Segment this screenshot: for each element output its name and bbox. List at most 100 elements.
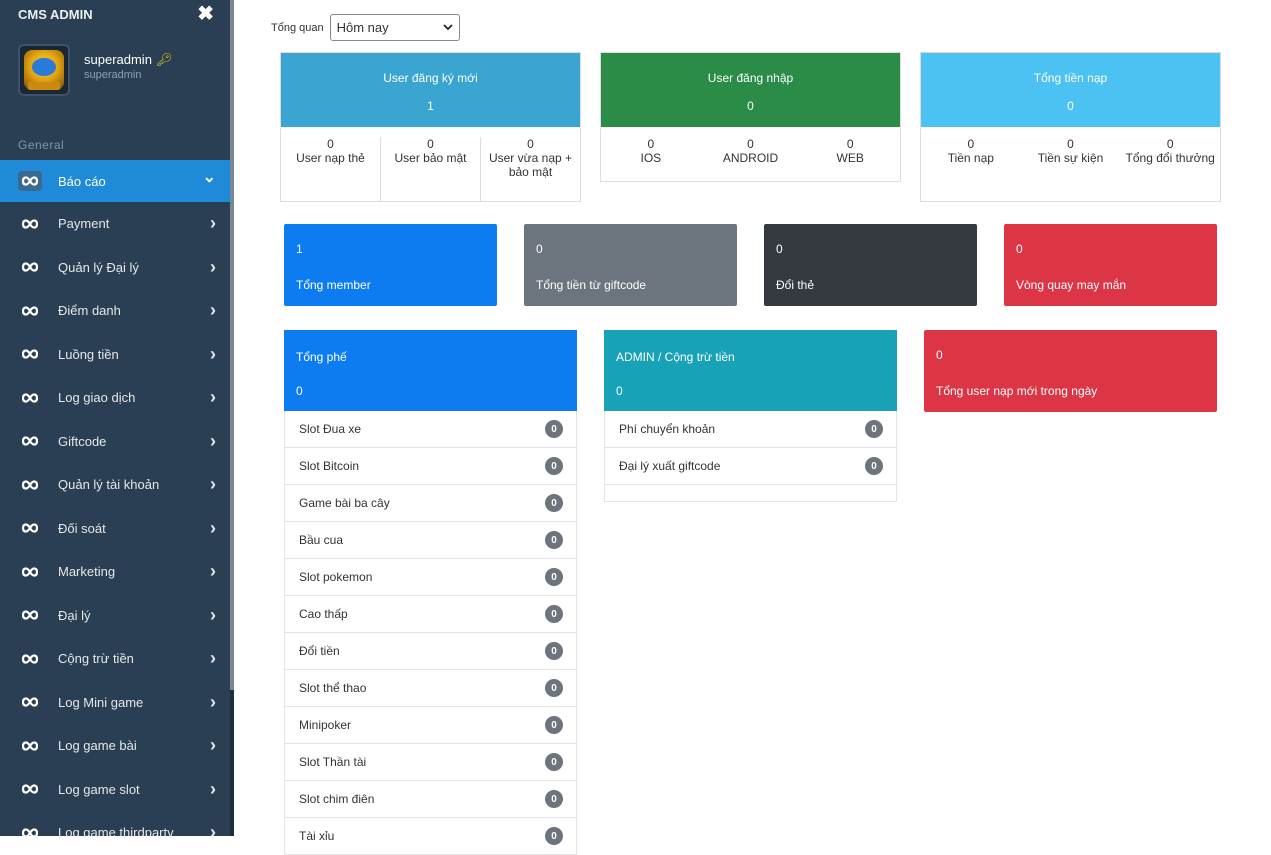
stat-card-value: 1 (427, 99, 434, 113)
stat-cell-value: 0 (747, 137, 754, 151)
sidebar-item-log-game-bai[interactable]: Log game bài › (0, 724, 230, 768)
list-item[interactable]: Slot Đua xe 0 (284, 411, 577, 448)
stat-cell-label: WEB (836, 151, 864, 165)
stat-cell: 0 IOS (601, 137, 701, 183)
list-item-label: Slot thể thao (299, 681, 367, 695)
infinity-icon (18, 475, 42, 495)
stat-cell-label: User bảo mật (394, 151, 467, 165)
brand-title: CMS ADMIN (18, 6, 93, 22)
sidebar-item-label: Giftcode (58, 433, 107, 449)
count-badge: 0 (545, 753, 563, 771)
stat-cell-value: 0 (846, 137, 854, 151)
sidebar-item-log-mini-game[interactable]: Log Mini game › (0, 681, 230, 725)
stat-cell: 0 WEB (800, 137, 900, 183)
stat-cell-label: Tiền nạp (947, 151, 994, 165)
stat-card: User đăng nhập 0 0 IOS 0 ANDROID 0 WEB (600, 52, 901, 182)
stat-card-value: 0 (1067, 99, 1074, 113)
sidebar-item-marketing[interactable]: Marketing › (0, 550, 230, 594)
sidebar-item-payment[interactable]: Payment › (0, 202, 230, 246)
sidebar-item-label: Điểm danh (58, 303, 121, 319)
stat-card-header: User đăng ký mới 1 (281, 53, 580, 127)
chevron-right-icon: › (210, 735, 216, 756)
period-select[interactable]: Hôm nay (329, 14, 460, 41)
list-item-label: Tài xỉu (299, 829, 335, 843)
list-item-label: Đổi tiền (299, 644, 340, 658)
sidebar-item-label: Log giao dịch (58, 390, 136, 406)
infinity-icon (18, 388, 42, 408)
sidebar-item-luong-tien[interactable]: Luồng tiền › (0, 333, 230, 377)
count-badge: 0 (545, 568, 563, 586)
infinity-icon (18, 431, 42, 451)
section-title: General (18, 138, 65, 152)
stat-cell-label: Tổng đổi thưởng (1125, 151, 1215, 165)
stat-card: Tổng tiền nạp 0 0 Tiền nạp 0 Tiền sự kiện 0 Tổn… (920, 52, 1221, 202)
list-item[interactable]: Slot Thần tài 0 (284, 744, 577, 781)
list-item[interactable]: Slot pokemon 0 (284, 559, 577, 596)
infinity-icon (18, 562, 42, 582)
stat-cell: 0 Tiền nạp (921, 137, 1021, 201)
list-item-label: Slot Bitcoin (299, 459, 360, 473)
sidebar-item-label: Báo cáo (58, 173, 106, 189)
list-item[interactable]: Phí chuyển khoản 0 (604, 411, 897, 448)
stat-card-body: 0 IOS 0 ANDROID 0 WEB (601, 127, 900, 183)
list-item[interactable]: Game bài ba cây 0 (284, 485, 577, 522)
list-item[interactable]: Slot chim điên 0 (284, 781, 577, 818)
stat-cell-value: 0 (1166, 137, 1174, 151)
sidebar-item-log-game-thirdparty[interactable]: Log game thirdparty › (0, 811, 230, 836)
summary-box-label: Đổi thẻ (776, 278, 815, 292)
sidebar-item-giftcode[interactable]: Giftcode › (0, 420, 230, 464)
sidebar-item-log-game-slot[interactable]: Log game slot › (0, 768, 230, 812)
list-item[interactable]: Đổi tiền 0 (284, 633, 577, 670)
panel-title: Tổng phế (296, 350, 347, 364)
list-item[interactable]: Tài xỉu 0 (284, 818, 577, 855)
infinity-icon (18, 171, 42, 191)
list-item[interactable]: Đại lý xuất giftcode 0 (604, 448, 897, 485)
infinity-icon (18, 605, 42, 625)
infinity-icon (18, 692, 42, 712)
sidebar-item-quan-ly-dai-ly[interactable]: Quản lý Đại lý › (0, 246, 230, 290)
summary-box-value: 0 (536, 242, 543, 256)
list-item[interactable]: Slot thể thao 0 (284, 670, 577, 707)
sidebar-item-label: Đối soát (58, 520, 106, 536)
sidebar-item-doi-soat[interactable]: Đối soát › (0, 507, 230, 551)
close-icon[interactable]: ✖ (197, 4, 214, 24)
sidebar-item-dai-ly[interactable]: Đại lý › (0, 594, 230, 638)
stat-cell-label: User vừa nạp + bảo mật (488, 151, 573, 179)
list-item[interactable]: Cao thấp 0 (284, 596, 577, 633)
stat-cell: 0 User nạp thẻ (281, 137, 381, 201)
sidebar-item-diem-danh[interactable]: Điểm danh › (0, 289, 230, 333)
list-item[interactable]: Slot Bitcoin 0 (284, 448, 577, 485)
stat-card-title: User đăng ký mới (383, 71, 478, 85)
stat-cell: 0 User vừa nạp + bảo mật (481, 137, 580, 201)
summary-box-value: 0 (1016, 242, 1023, 256)
count-badge: 0 (545, 494, 563, 512)
summary-box: 0 Đổi thẻ (764, 224, 977, 306)
chevron-right-icon: › (210, 778, 216, 799)
list-item[interactable]: Minipoker 0 (284, 707, 577, 744)
count-badge: 0 (545, 531, 563, 549)
list-item-label: Slot chim điên (299, 792, 375, 806)
list-item-label: Đại lý xuất giftcode (619, 459, 721, 473)
count-badge: 0 (545, 716, 563, 734)
list-item[interactable]: Bầu cua 0 (284, 522, 577, 559)
sidebar-item-cong-tru-tien[interactable]: Cộng trừ tiền › (0, 637, 230, 681)
infinity-icon (18, 779, 42, 799)
brand-bar: CMS ADMIN ✖ (0, 0, 230, 28)
stat-cell-value: 0 (427, 137, 434, 151)
sidebar-item-log-giao-dich[interactable]: Log giao dịch › (0, 376, 230, 420)
main-content: Tổng quan Hôm nay User đăng ký mới 1 0 User… (234, 0, 1271, 855)
sidebar-item-bao-cao[interactable]: Báo cáo ⌄ (0, 160, 230, 202)
stat-card-title: User đăng nhập (707, 71, 794, 85)
summary-box-value: 0 (776, 242, 783, 256)
infinity-icon (18, 823, 42, 836)
stat-cell-value: 0 (1067, 137, 1074, 151)
infinity-icon (18, 736, 42, 756)
admin-panel: ADMIN / Cộng trừ tiền 0 Phí chuyển khoản 0 Đ… (604, 330, 897, 502)
count-badge: 0 (545, 790, 563, 808)
sidebar-item-quan-ly-tai-khoan[interactable]: Quản lý tài khoản › (0, 463, 230, 507)
count-badge: 0 (545, 827, 563, 845)
stat-card: User đăng ký mới 1 0 User nạp thẻ 0 User bảo … (280, 52, 581, 202)
stat-card-value: 0 (747, 99, 754, 113)
count-badge: 0 (545, 605, 563, 623)
stat-cell-label: User nạp thẻ (296, 151, 365, 165)
